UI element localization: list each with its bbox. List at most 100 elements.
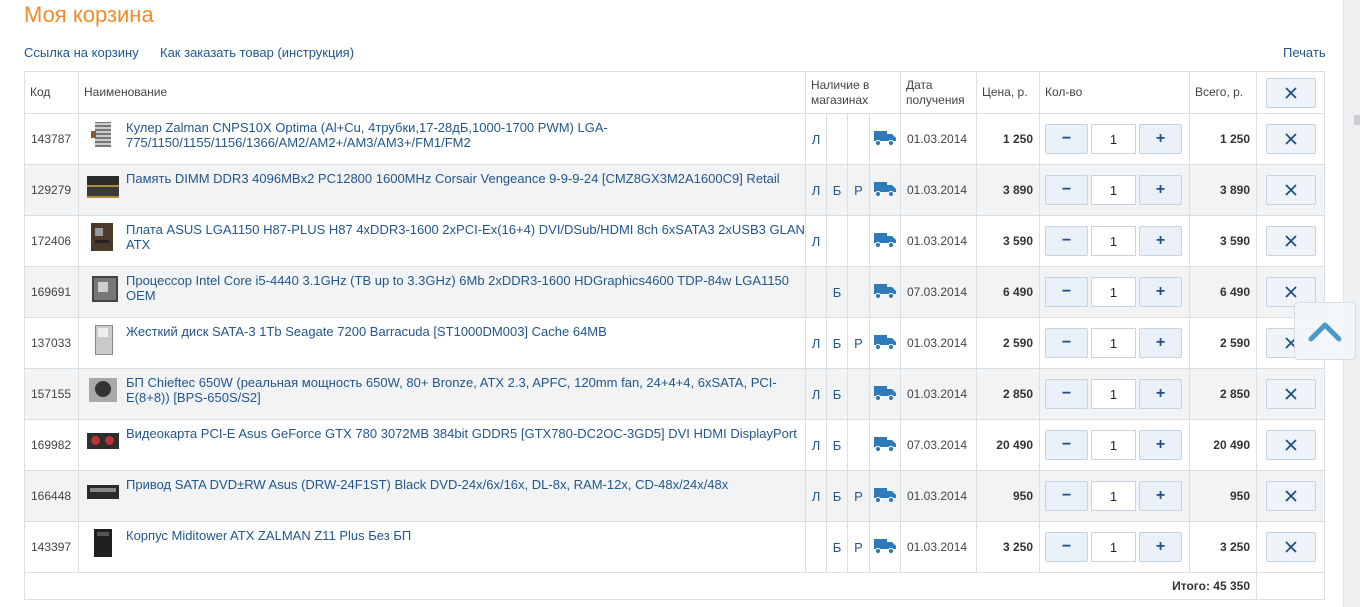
cpu-icon[interactable] — [87, 274, 119, 302]
item-price: 950 — [976, 470, 1040, 522]
qty-minus-button[interactable]: − — [1045, 175, 1088, 205]
delete-cell — [1256, 470, 1325, 522]
psu-icon[interactable] — [87, 376, 119, 404]
item-name-link[interactable]: Привод SATA DVD±RW Asus (DRW-24F1ST) Bla… — [126, 477, 728, 492]
qty-input[interactable] — [1091, 328, 1136, 358]
stock-store-b: Б — [826, 470, 848, 522]
stock-store-b: Б — [826, 419, 848, 471]
remove-item-button[interactable] — [1265, 481, 1316, 511]
item-name-link[interactable]: Жесткий диск SATA-3 1Tb Seagate 7200 Bar… — [126, 324, 607, 339]
item-name-cell: Процессор Intel Core i5-4440 3.1GHz (TB … — [78, 266, 806, 318]
qty-plus-button[interactable]: + — [1139, 328, 1182, 358]
item-name-link[interactable]: Кулер Zalman CNPS10X Optima (Al+Cu, 4тру… — [126, 120, 805, 150]
scroll-to-top-button[interactable] — [1294, 302, 1356, 360]
stock-store-r — [847, 419, 870, 471]
item-name-link[interactable]: Процессор Intel Core i5-4440 3.1GHz (TB … — [126, 273, 805, 303]
stock-store-l: Л — [805, 368, 827, 420]
stock-store-l: Л — [805, 113, 827, 165]
remove-item-button[interactable] — [1265, 175, 1316, 205]
qty-input[interactable] — [1091, 175, 1136, 205]
qty-plus-button[interactable]: + — [1139, 532, 1182, 562]
remove-item-button[interactable] — [1265, 226, 1316, 256]
qty-minus-button[interactable]: − — [1045, 481, 1088, 511]
cart-link[interactable]: Ссылка на корзину — [24, 45, 139, 60]
ram-icon[interactable] — [87, 172, 119, 200]
stock-store-r — [847, 113, 870, 165]
qty-minus-button[interactable]: − — [1045, 277, 1088, 307]
item-name-link[interactable]: Плата ASUS LGA1150 H87-PLUS H87 4xDDR3-1… — [126, 222, 805, 252]
table-row: 129279 Память DIMM DDR3 4096MBx2 PC12800 … — [24, 164, 1325, 216]
qty-minus-button[interactable]: − — [1045, 532, 1088, 562]
item-name-link[interactable]: Корпус Miditower ATX ZALMAN Z11 Plus Без… — [126, 528, 411, 543]
qty-cell: −+ — [1039, 317, 1190, 369]
qty-minus-button[interactable]: − — [1045, 328, 1088, 358]
truck-icon — [874, 538, 896, 554]
hdd-icon[interactable] — [87, 325, 119, 355]
stock-store-b — [826, 215, 848, 267]
close-icon — [1284, 541, 1297, 553]
qty-input[interactable] — [1091, 277, 1136, 307]
remove-item-button[interactable] — [1265, 379, 1316, 409]
item-name-link[interactable]: Память DIMM DDR3 4096MBx2 PC12800 1600MH… — [126, 171, 780, 186]
stock-store-b: Б — [826, 521, 848, 573]
item-price: 3 890 — [976, 164, 1040, 216]
qty-cell: −+ — [1039, 419, 1190, 471]
qty-input[interactable] — [1091, 430, 1136, 460]
motherboard-icon[interactable] — [87, 223, 119, 251]
delete-cell — [1256, 215, 1325, 267]
clear-all-button[interactable] — [1265, 77, 1316, 108]
stock-store-r: Р — [847, 317, 870, 369]
qty-plus-button[interactable]: + — [1139, 481, 1182, 511]
print-link[interactable]: Печать — [1283, 45, 1326, 60]
qty-minus-button[interactable]: − — [1045, 430, 1088, 460]
stock-store-b: Б — [826, 368, 848, 420]
stock-store-l — [805, 266, 827, 318]
item-total: 3 590 — [1189, 215, 1257, 267]
item-name-cell: Жесткий диск SATA-3 1Tb Seagate 7200 Bar… — [78, 317, 806, 369]
item-date: 01.03.2014 — [900, 113, 977, 165]
qty-input[interactable] — [1091, 481, 1136, 511]
qty-plus-button[interactable]: + — [1139, 379, 1182, 409]
qty-plus-button[interactable]: + — [1139, 430, 1182, 460]
close-icon — [1284, 490, 1297, 502]
qty-input[interactable] — [1091, 124, 1136, 154]
item-name-cell: Плата ASUS LGA1150 H87-PLUS H87 4xDDR3-1… — [78, 215, 806, 267]
close-icon — [1284, 235, 1297, 247]
table-row: 166448 Привод SATA DVD±RW Asus (DRW-24F1S… — [24, 470, 1325, 522]
qty-cell: −+ — [1039, 215, 1190, 267]
item-name-link[interactable]: БП Chieftec 650W (реальная мощность 650W… — [126, 375, 805, 405]
chevron-up-icon — [1308, 322, 1342, 342]
stock-store-r — [847, 215, 870, 267]
cooler-icon[interactable] — [87, 121, 119, 149]
delivery-cell — [869, 470, 901, 522]
qty-input[interactable] — [1091, 379, 1136, 409]
remove-item-button[interactable] — [1265, 532, 1316, 562]
truck-icon — [874, 181, 896, 197]
item-name-link[interactable]: Видеокарта PCI-E Asus GeForce GTX 780 30… — [126, 426, 797, 441]
qty-plus-button[interactable]: + — [1139, 175, 1182, 205]
table-row: 143787 Кулер Zalman CNPS10X Optima (Al+Cu… — [24, 113, 1325, 165]
qty-input[interactable] — [1091, 226, 1136, 256]
qty-plus-button[interactable]: + — [1139, 124, 1182, 154]
remove-item-button[interactable] — [1265, 124, 1316, 154]
how-to-order-link[interactable]: Как заказать товар (инструкция) — [160, 45, 354, 60]
qty-minus-button[interactable]: − — [1045, 226, 1088, 256]
stock-store-r: Р — [847, 470, 870, 522]
qty-cell: −+ — [1039, 470, 1190, 522]
item-price: 1 250 — [976, 113, 1040, 165]
qty-plus-button[interactable]: + — [1139, 226, 1182, 256]
qty-minus-button[interactable]: − — [1045, 124, 1088, 154]
table-row: 169982 Видеокарта PCI-E Asus GeForce GTX … — [24, 419, 1325, 471]
item-price: 2 590 — [976, 317, 1040, 369]
qty-plus-button[interactable]: + — [1139, 277, 1182, 307]
remove-item-button[interactable] — [1265, 430, 1316, 460]
pc-case-icon[interactable] — [87, 529, 119, 557]
close-icon — [1284, 388, 1297, 400]
dvd-drive-icon[interactable] — [87, 478, 119, 506]
delivery-cell — [869, 521, 901, 573]
qty-input[interactable] — [1091, 532, 1136, 562]
scrollbar-thumb[interactable] — [1354, 115, 1360, 125]
close-icon — [1284, 286, 1297, 298]
gpu-icon[interactable] — [87, 427, 119, 455]
qty-minus-button[interactable]: − — [1045, 379, 1088, 409]
